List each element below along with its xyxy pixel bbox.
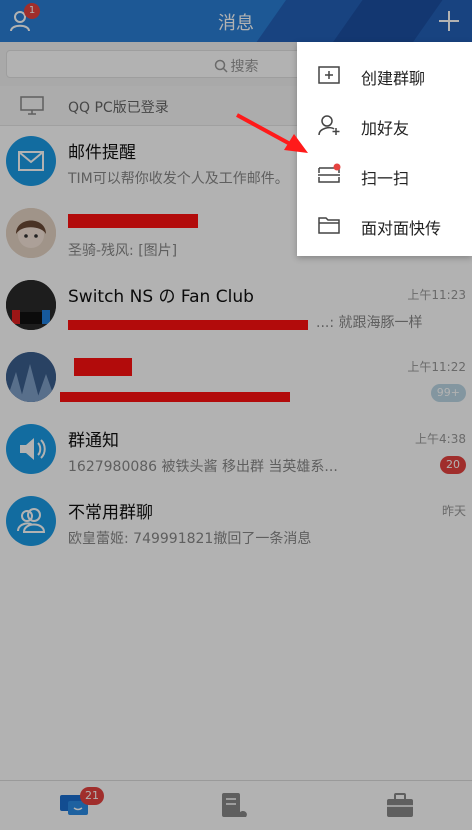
menu-item-label: 扫一扫 (361, 169, 410, 188)
menu-item-add-friend[interactable]: 加好友 (297, 100, 472, 150)
menu-item-face-to-face[interactable]: 面对面快传 (297, 200, 472, 250)
add-friend-icon (317, 113, 341, 137)
plus-dropdown-menu: 创建群聊 加好友 扫一扫 面对面快传 (297, 42, 472, 256)
scan-icon (317, 163, 341, 187)
menu-item-label: 创建群聊 (361, 69, 426, 88)
add-group-icon (317, 63, 341, 87)
menu-item-create-group[interactable]: 创建群聊 (297, 50, 472, 100)
menu-item-label: 面对面快传 (361, 219, 442, 238)
folder-icon (317, 213, 341, 237)
menu-item-label: 加好友 (361, 119, 410, 138)
menu-item-scan[interactable]: 扫一扫 (297, 150, 472, 200)
